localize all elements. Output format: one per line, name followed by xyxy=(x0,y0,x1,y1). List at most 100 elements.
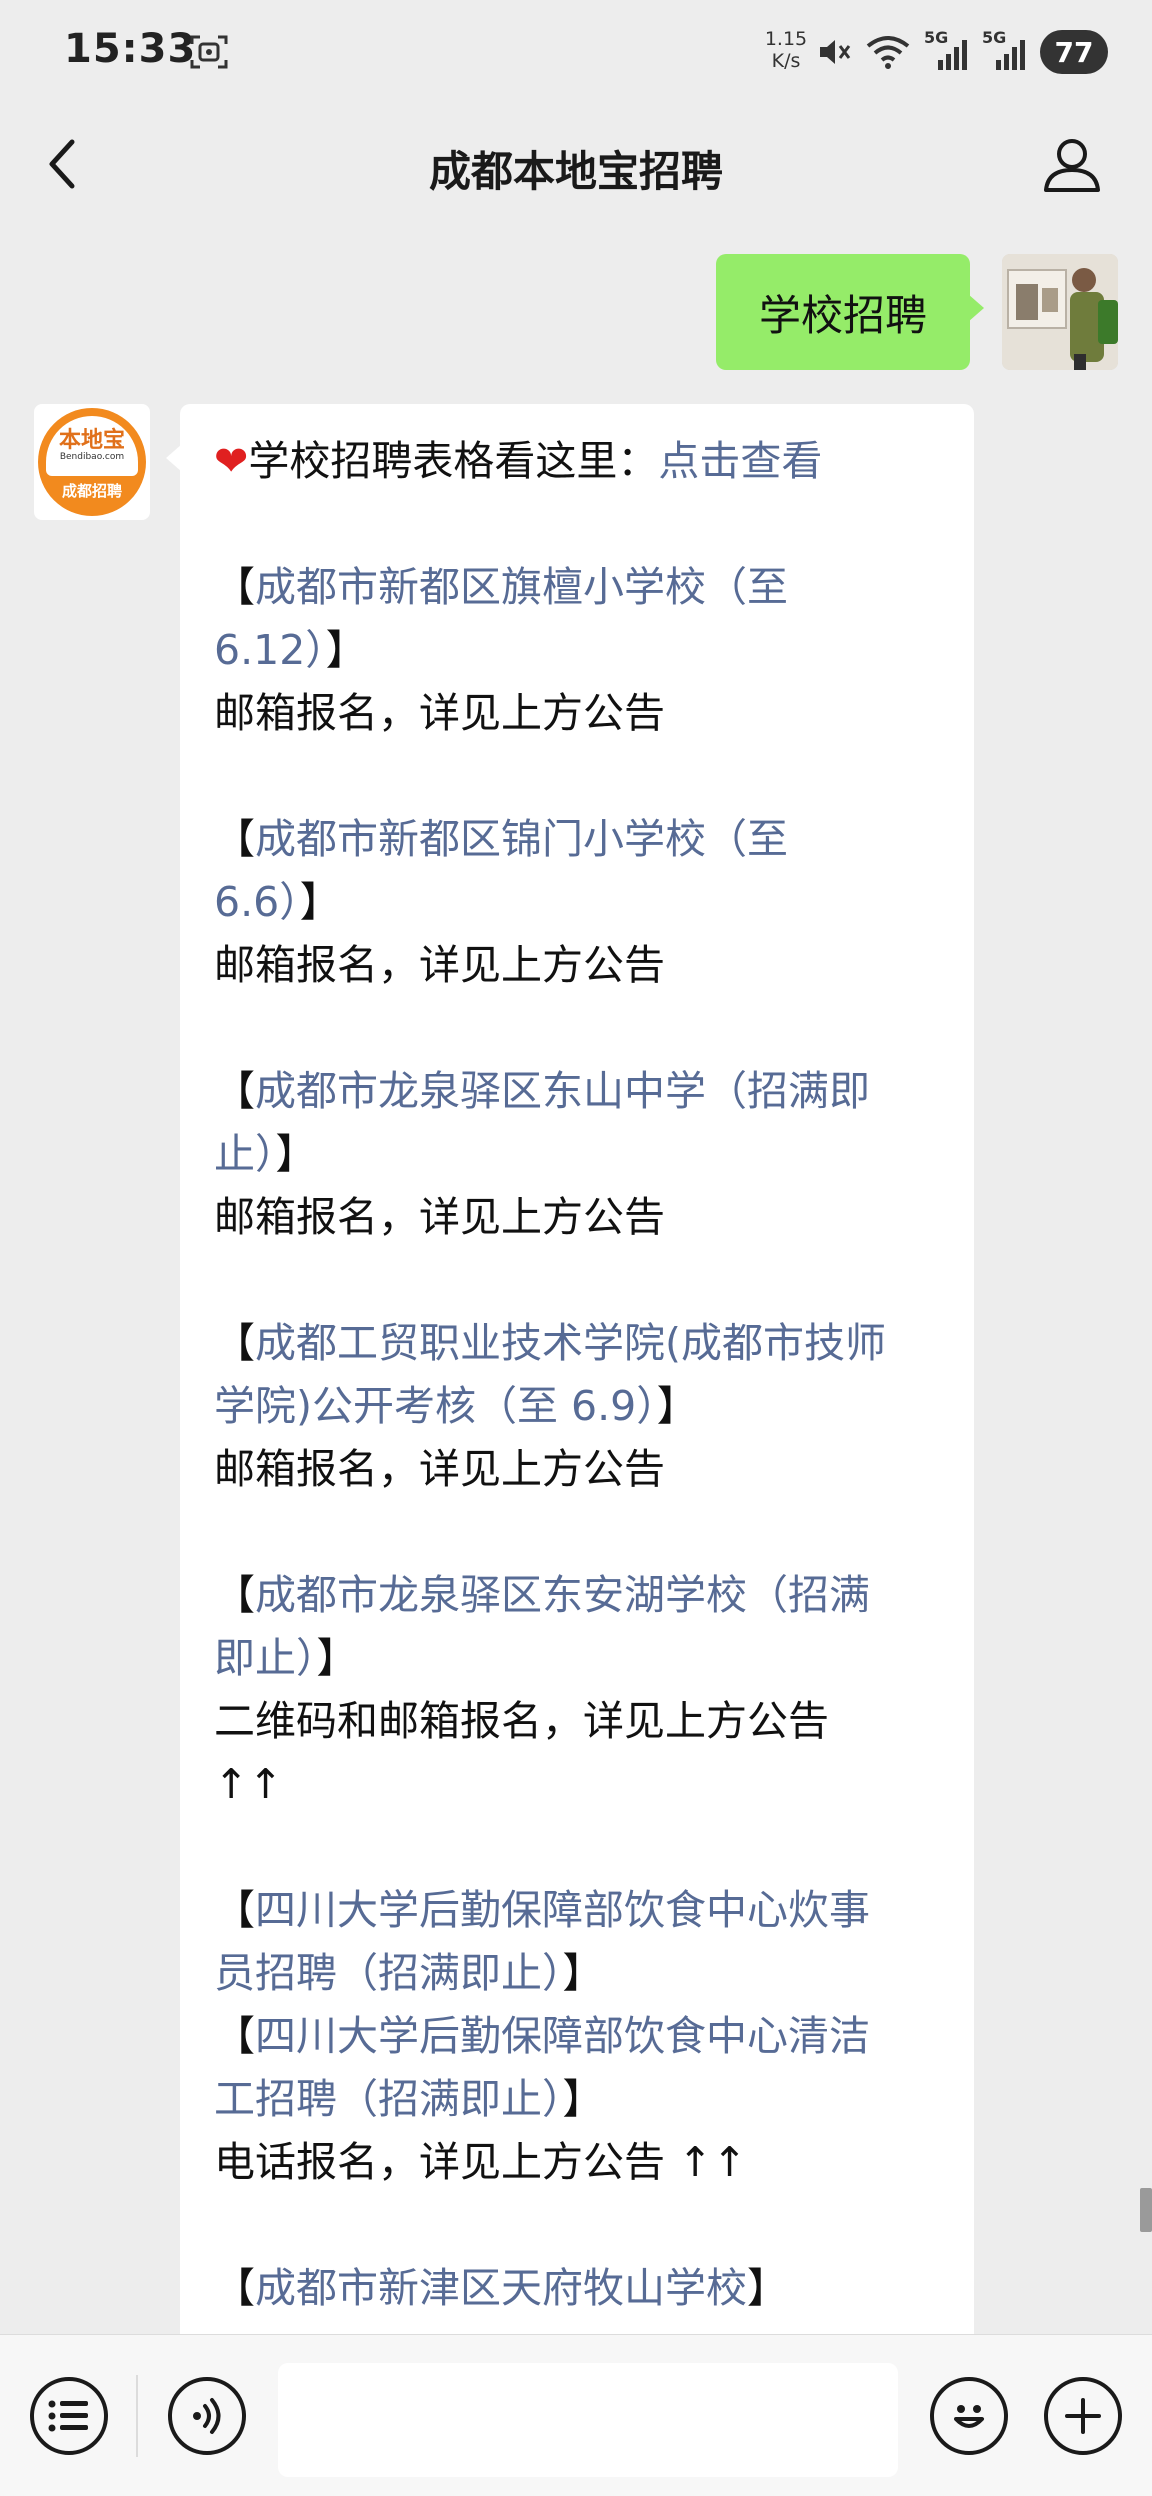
bracket: 【 xyxy=(214,1571,255,1619)
voice-button[interactable] xyxy=(168,2377,246,2455)
intro-line: ❤学校招聘表格看这里：点击查看 xyxy=(214,430,940,493)
job-link-line[interactable]: 【成都市龙泉驿区东山中学（招满即 xyxy=(214,1060,940,1123)
menu-list-icon xyxy=(48,2400,88,2432)
scrollbar-thumb[interactable] xyxy=(1140,2188,1152,2232)
bracket: 】 xyxy=(747,2264,788,2312)
logo-domain: Bendibao.com xyxy=(59,452,125,462)
bracket: 】 xyxy=(275,1130,317,1178)
voice-icon xyxy=(193,2398,221,2434)
job-link-line[interactable]: 即止）】 xyxy=(214,1627,940,1690)
job-link[interactable]: 成都市新都区锦门小学校（至 xyxy=(255,815,788,863)
logo-text: 本地宝 xyxy=(58,427,125,453)
job-link-line[interactable]: 6.12）】 xyxy=(214,619,940,682)
job-link[interactable]: 员招聘（招满即止） xyxy=(214,1949,563,1997)
signup-note: 二维码和邮箱报名，详见上方公告 xyxy=(214,1697,829,1745)
title-bar: 成都本地宝招聘 xyxy=(0,104,1152,224)
bracket: 【 xyxy=(214,563,255,611)
job-link[interactable]: 止） xyxy=(214,1130,276,1178)
status-time: 15:33 xyxy=(64,26,197,72)
menu-button[interactable] xyxy=(30,2377,108,2455)
job-link-line[interactable]: 【成都市新津区天府牧山学校】 xyxy=(214,2257,940,2320)
job-link-line[interactable]: 【成都工贸职业技术学院(成都市技师 xyxy=(214,1312,940,1375)
signup-note: 电话报名，详见上方公告 ↑↑ xyxy=(214,2138,747,2186)
signup-note-arrows: ↑↑ xyxy=(214,1760,283,1808)
net-speed-value: 1.15 xyxy=(764,28,808,50)
signal-icon: 5G xyxy=(924,28,970,72)
message-input[interactable] xyxy=(278,2363,898,2477)
wifi-icon xyxy=(866,36,910,69)
more-button[interactable] xyxy=(1044,2377,1122,2455)
job-link[interactable]: 成都市龙泉驿区东山中学（招满即 xyxy=(255,1067,870,1115)
heart-icon: ❤ xyxy=(214,437,249,485)
job-link[interactable]: 成都市新都区旗檀小学校（至 xyxy=(255,563,788,611)
network-speed: 1.15 K/s xyxy=(762,28,810,72)
bracket: 】 xyxy=(562,2075,604,2123)
signup-note: 邮箱报名，详见上方公告 xyxy=(214,689,665,737)
job-link[interactable]: 工招聘（招满即止） xyxy=(214,2075,563,2123)
bracket: 】 xyxy=(325,626,367,674)
user-avatar[interactable] xyxy=(1002,254,1118,370)
page-title: 成都本地宝招聘 xyxy=(428,147,723,196)
bracket: 【 xyxy=(214,1067,255,1115)
job-link-line[interactable]: 学院)公开考核（至 6.9）】 xyxy=(214,1375,940,1438)
signup-note: 邮箱报名，详见上方公告 xyxy=(214,1193,665,1241)
job-link-line[interactable]: 6.6）】 xyxy=(214,871,940,934)
job-link[interactable]: 四川大学后勤保障部饮食中心炊事 xyxy=(255,1886,870,1934)
job-link-line[interactable]: 员招聘（招满即止）】 xyxy=(214,1942,940,2005)
job-link-line[interactable]: 【成都市新都区锦门小学校（至 xyxy=(214,808,940,871)
job-link[interactable]: 6.12） xyxy=(214,626,326,674)
mute-icon xyxy=(820,40,851,64)
job-link-line[interactable]: 【成都市新都区旗檀小学校（至 xyxy=(214,556,940,619)
signup-note: 邮箱报名，详见上方公告 xyxy=(214,941,665,989)
bot-avatar[interactable]: 本地宝 Bendibao.com 成都招聘 xyxy=(34,404,150,520)
job-link[interactable]: 学院)公开考核（至 6.9） xyxy=(214,1382,657,1430)
bracket: 【 xyxy=(214,815,255,863)
bracket: 【 xyxy=(214,1886,255,1934)
job-link[interactable]: 即止） xyxy=(214,1634,317,1682)
bracket: 【 xyxy=(214,2012,255,2060)
emoji-button[interactable] xyxy=(930,2377,1008,2455)
job-link-line[interactable]: 【成都市龙泉驿区东安湖学校（招满 xyxy=(214,1564,940,1627)
plus-icon xyxy=(1065,2398,1101,2434)
job-link-line[interactable]: 工招聘（招满即止）】 xyxy=(214,2068,940,2131)
bendibao-logo: 本地宝 Bendibao.com 成都招聘 xyxy=(38,408,146,516)
user-avatar-image xyxy=(1002,254,1118,370)
bracket: 【 xyxy=(214,1319,255,1367)
input-divider xyxy=(136,2375,138,2457)
job-link[interactable]: 6.6） xyxy=(214,878,300,926)
input-bar xyxy=(0,2334,1152,2496)
job-link[interactable]: 成都市龙泉驿区东安湖学校（招满 xyxy=(255,1571,870,1619)
intro-text: 学校招聘表格看这里： xyxy=(248,437,659,485)
bracket: 】 xyxy=(299,878,341,926)
emoji-icon xyxy=(954,2405,984,2428)
bracket: 】 xyxy=(316,1634,358,1682)
job-link-line[interactable]: 止）】 xyxy=(214,1123,940,1186)
job-link[interactable]: 成都市新津区天府牧山学校 xyxy=(255,2264,747,2312)
signal-icon-2: 5G xyxy=(982,28,1028,72)
view-table-link[interactable]: 点击查看 xyxy=(658,437,822,485)
job-link-line[interactable]: 【四川大学后勤保障部饮食中心清洁 xyxy=(214,2005,940,2068)
bracket: 【 xyxy=(214,2264,255,2312)
incoming-message-bubble: ❤学校招聘表格看这里：点击查看 【成都市新都区旗檀小学校（至 6.12）】 邮箱… xyxy=(166,404,974,2404)
status-icons: 5G 5G 77 xyxy=(816,28,1108,74)
net-speed-unit: K/s xyxy=(771,50,801,72)
profile-icon[interactable] xyxy=(1040,132,1104,196)
job-link[interactable]: 成都工贸职业技术学院(成都市技师 xyxy=(255,1319,886,1367)
bracket: 】 xyxy=(656,1382,698,1430)
status-bar: 15:33 1.15 K/s 5G 5G 77 xyxy=(0,0,1152,104)
signup-note: 邮箱报名，详见上方公告 xyxy=(214,1445,665,1493)
job-link[interactable]: 四川大学后勤保障部饮食中心清洁 xyxy=(255,2012,870,2060)
logo-subtitle: 成都招聘 xyxy=(61,482,122,500)
battery-indicator: 77 xyxy=(1040,30,1108,74)
screen-record-icon xyxy=(190,35,228,69)
job-link-line[interactable]: 【四川大学后勤保障部饮食中心炊事 xyxy=(214,1879,940,1942)
outgoing-message-bubble[interactable]: 学校招聘 xyxy=(716,254,984,370)
bracket: 】 xyxy=(562,1949,604,1997)
